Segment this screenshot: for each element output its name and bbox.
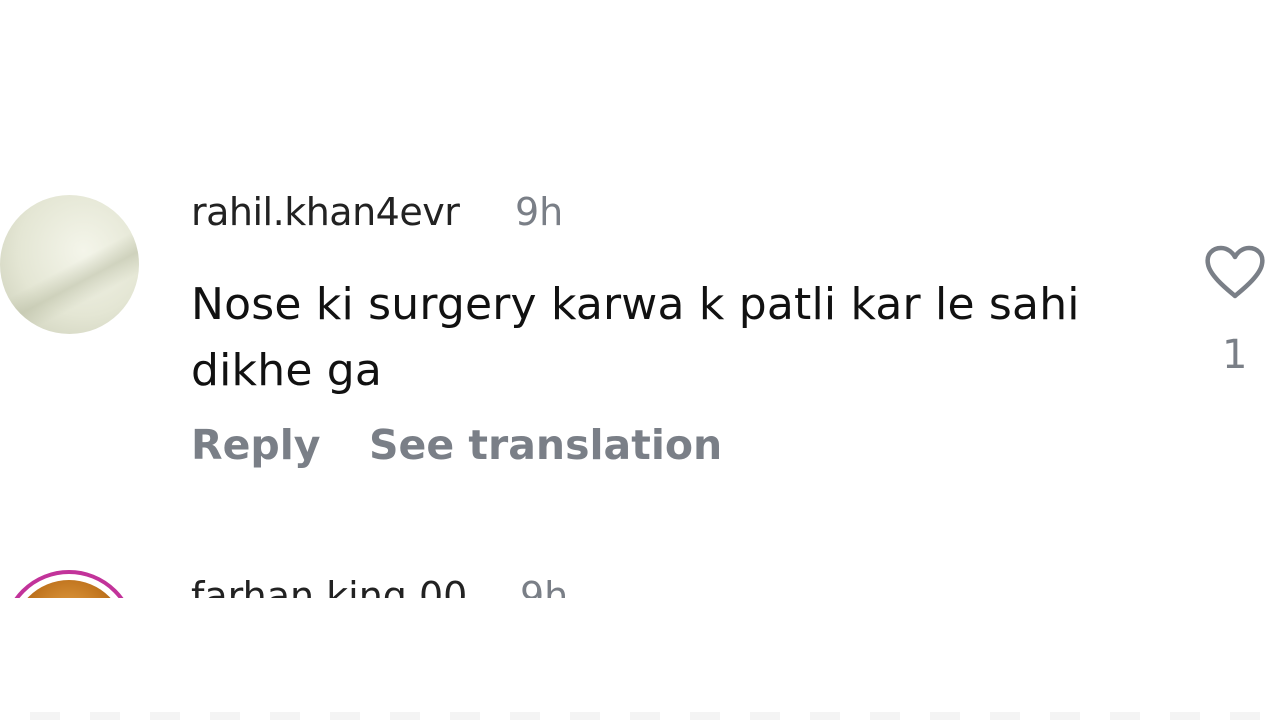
avatar-photo [12,580,126,598]
heart-icon[interactable] [1204,244,1266,300]
comment-timestamp: 9h [520,574,569,598]
comment-item: farhan.king.00 9h [0,560,1280,598]
avatar[interactable] [2,570,136,598]
avatar-photo-detail [0,227,139,334]
comment-timestamp: 9h [515,190,564,234]
reply-button[interactable]: Reply [191,421,321,469]
comment-text: Nose ki surgery karwa k patli kar le sah… [191,279,1080,396]
comments-screen: rahil.khan4evr 9h Nose ki surgery karwa … [0,0,1280,720]
divider [0,712,1280,720]
avatar[interactable] [0,195,139,334]
comment-username[interactable]: rahil.khan4evr [191,190,460,234]
see-translation-button[interactable]: See translation [369,421,722,469]
comment-username[interactable]: farhan.king.00 [191,574,467,598]
like-count: 1 [1222,332,1248,378]
